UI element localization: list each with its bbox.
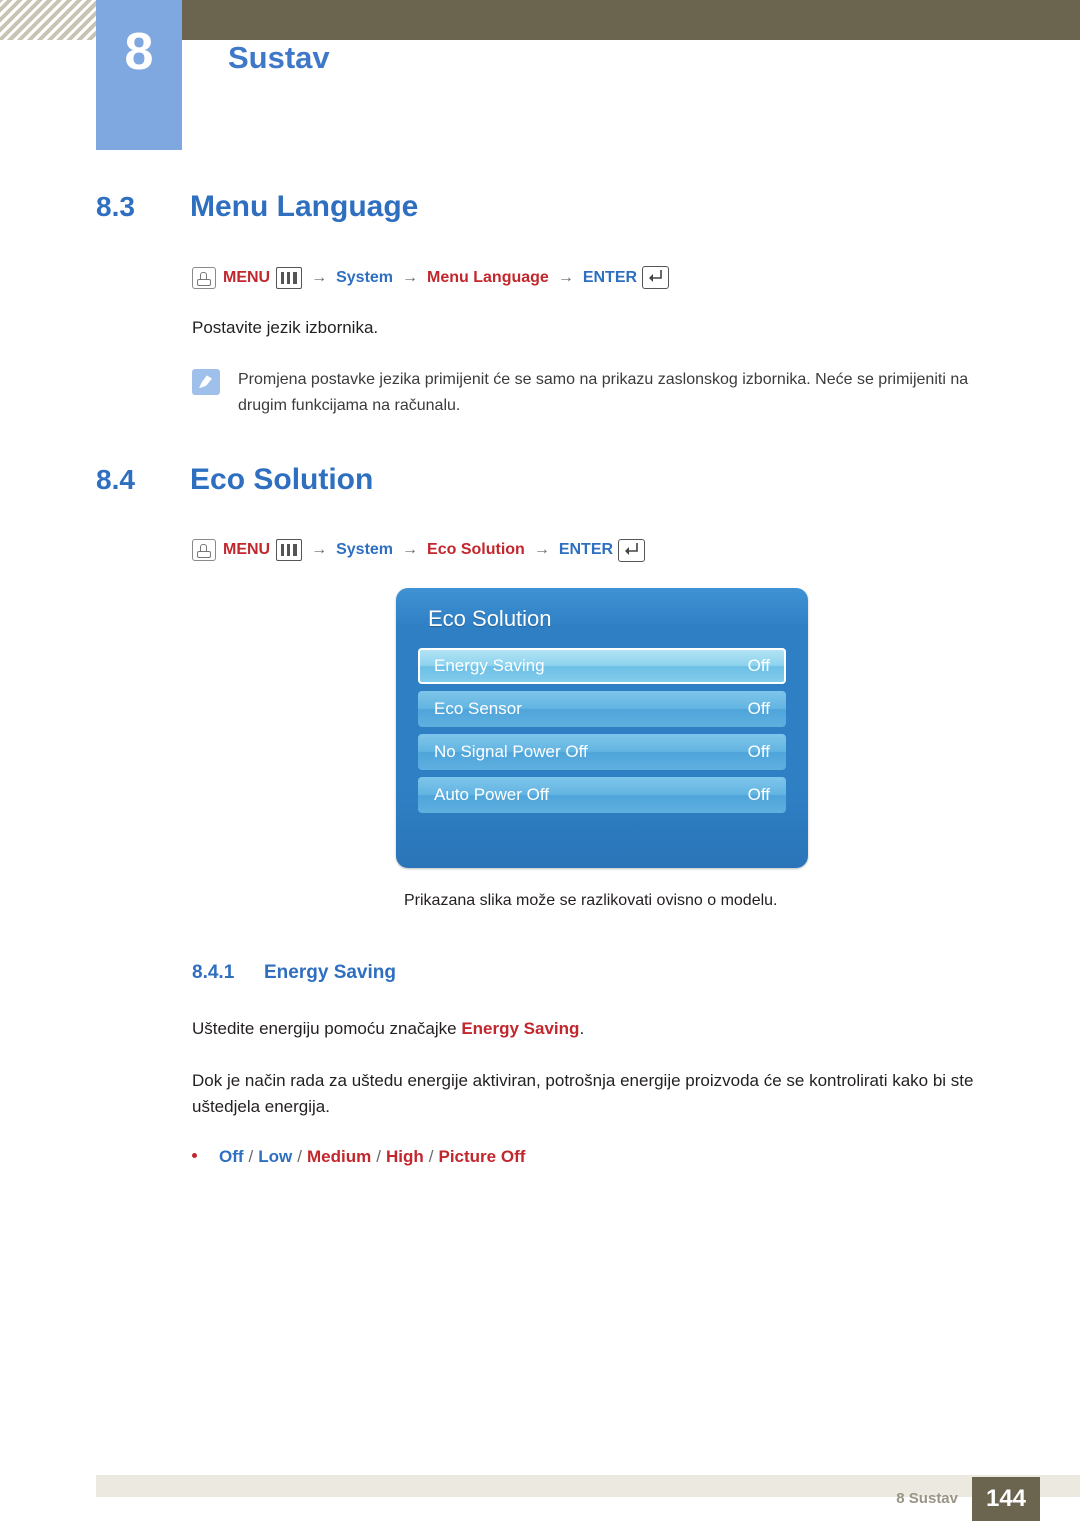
enter-key-icon [618,538,646,562]
page-footer: 8 Sustav 144 [0,1467,1080,1527]
osd-row-list: Energy Saving Off Eco Sensor Off No Sign… [396,647,808,868]
note-box-menu-language: Promjena postavke jezika primijenit će s… [192,367,1008,418]
para1-highlight: Energy Saving [461,1018,580,1038]
note-pencil-icon [192,369,220,396]
footer-page-number: 144 [972,1477,1040,1521]
osd-row-label: Energy Saving [434,655,545,675]
osd-row-auto-power-off[interactable]: Auto Power Off Off [418,776,786,813]
subsection-number: 8.4.1 [192,961,235,983]
option-medium: Medium [307,1146,372,1166]
osd-row-value: Off [747,784,770,804]
option-picture-off: Picture Off [438,1146,526,1166]
paragraph-energy-saving-1: Uštedite energiju pomoću značajke Energy… [192,1016,1008,1042]
menu-path-eco-solution: MENU → System → Eco Solution → ENTER [192,538,1008,562]
osd-row-value: Off [747,655,770,675]
enter-arrow-svg [649,270,662,282]
option-separator-3: / [376,1146,381,1166]
menu-label: MENU [223,268,271,286]
osd-illustration: Eco Solution Energy Saving Off Eco Senso… [396,587,808,910]
arrow-2: → [402,541,419,559]
option-separator-4: / [428,1146,434,1166]
enter-label: ENTER [558,541,614,559]
chapter-title: Sustav [228,40,330,75]
menu-button-icon [276,266,303,289]
menu-path-item-eco-solution: Eco Solution [427,541,525,559]
osd-row-label: No Signal Power Off [434,741,588,761]
menu-path-menu-language: MENU → System → Menu Language → ENTER [192,266,1008,289]
hand-press-icon [192,539,216,562]
menu-label: MENU [223,541,271,559]
section-title: Menu Language [190,190,419,223]
section-number: 8.3 [96,191,135,222]
option-low: Low [258,1146,293,1166]
options-bullet-line: Off / Low / Medium / High / Picture Off [192,1147,1008,1167]
footer-chapter-label: 8 Sustav [896,1490,958,1507]
para1-after: . [579,1018,585,1038]
header-hatch-decoration [0,0,96,40]
paragraph-menu-language: Postavite jezik izbornika. [192,318,379,337]
section-heading-eco-solution: 8.4 Eco Solution [96,463,1008,497]
arrow-3: → [557,268,574,286]
section-heading-menu-language: 8.3 Menu Language [96,190,1008,224]
option-separator-2: / [297,1146,303,1166]
enter-arrow-svg [625,542,638,555]
osd-title: Eco Solution [428,605,552,631]
option-off: Off [219,1146,244,1166]
arrow-1: → [311,268,328,286]
osd-row-eco-sensor[interactable]: Eco Sensor Off [418,690,786,727]
section-title: Eco Solution [190,462,374,496]
arrow-1: → [311,541,328,559]
osd-row-label: Eco Sensor [434,698,522,718]
paragraph-energy-saving-2: Dok je način rada za uštedu energije akt… [192,1070,974,1117]
subsection-title: Energy Saving [264,961,396,983]
menu-button-icon [276,539,303,562]
osd-caption: Prikazana slika može se razlikovati ovis… [404,891,778,909]
note-text: Promjena postavke jezika primijenit će s… [238,371,969,414]
osd-row-no-signal-power-off[interactable]: No Signal Power Off Off [418,733,786,770]
bullet-dot-icon [192,1152,197,1158]
para1-before: Uštedite energiju pomoću značajke [192,1018,462,1038]
osd-panel: Eco Solution Energy Saving Off Eco Senso… [396,587,808,868]
option-high: High [385,1146,424,1166]
osd-row-energy-saving[interactable]: Energy Saving Off [418,647,786,684]
osd-row-label: Auto Power Off [434,784,549,804]
menu-path-item-system: System [336,541,394,559]
osd-row-value: Off [747,741,770,761]
arrow-2: → [402,268,419,286]
option-separator-1: / [248,1146,254,1166]
chapter-number-badge: 8 [96,0,182,150]
menu-path-item-system: System [336,268,394,286]
arrow-3: → [533,541,550,559]
page-content: 8.3 Menu Language MENU → System → Menu L… [96,190,1008,1167]
subsection-heading-energy-saving: 8.4.1 Energy Saving [192,962,1008,984]
enter-label: ENTER [582,268,638,286]
section-number: 8.4 [96,463,135,495]
hand-press-icon [192,266,216,289]
enter-key-icon [642,266,670,289]
menu-path-item-menu-language: Menu Language [427,268,549,286]
osd-row-value: Off [747,698,770,718]
